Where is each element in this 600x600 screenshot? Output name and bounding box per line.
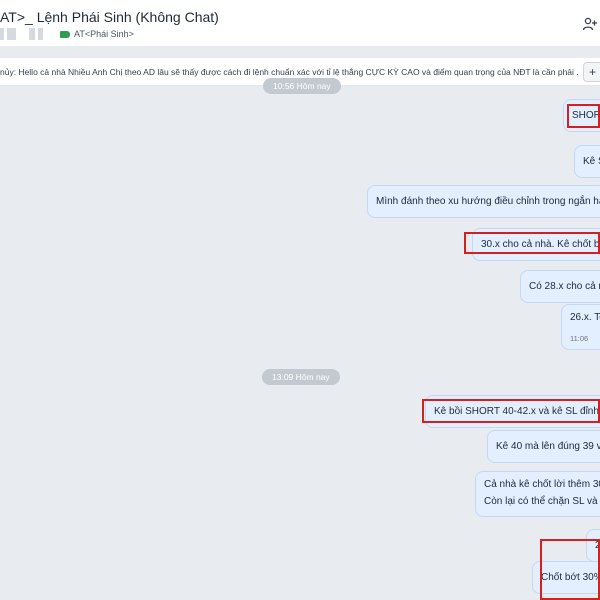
time-separator: 13:09 Hôm nay	[262, 369, 340, 385]
message-text: SHORT	[572, 110, 600, 121]
pinned-message-text[interactable]: nủy: Hello cả nhà Nhiều Anh Chị theo AD …	[0, 67, 578, 77]
message-bubble[interactable]: Kê S	[574, 145, 600, 178]
message-bubble[interactable]: Cả nhà kê chốt lời thêm 30 Còn lại có th…	[475, 471, 600, 517]
message-text: Kê S	[583, 156, 600, 167]
avatar-placeholder	[29, 28, 35, 40]
message-text: Kê 40 mà lên đúng 39 về	[496, 441, 600, 452]
message-text: Kê bồi SHORT 40-42.x và kê SL đỉnh lịc	[434, 406, 600, 417]
message-bubble[interactable]: Mình đánh theo xu hướng điều chỉnh trong…	[367, 185, 600, 218]
message-bubble[interactable]: Kê bồi SHORT 40-42.x và kê SL đỉnh lịc	[425, 395, 600, 428]
message-text: Cả nhà kê chốt lời thêm 30	[484, 479, 600, 490]
message-bubble[interactable]: Kê 40 mà lên đúng 39 về	[487, 430, 600, 463]
tag-icon	[60, 30, 70, 38]
avatar-placeholder	[0, 28, 4, 40]
message-text: 30.x cho cả nhà. Kê chốt bớt	[481, 239, 600, 250]
avatar-placeholder	[7, 28, 16, 40]
chat-title: AT>_ Lệnh Phái Sinh (Không Chat)	[0, 9, 219, 25]
message-text: Chốt bớt 30%	[541, 572, 600, 583]
message-text: Còn lại có thể chặn SL và c	[484, 496, 600, 507]
pinned-expand-button[interactable]: +	[583, 62, 600, 82]
message-bubble[interactable]: 26.x. To 11:06	[561, 304, 600, 350]
message-text: 26.x. To	[570, 312, 600, 323]
message-bubble[interactable]: SHORT	[563, 99, 600, 132]
message-bubble[interactable]: 30.x cho cả nhà. Kê chốt bớt	[472, 228, 600, 261]
add-member-icon[interactable]	[582, 17, 598, 31]
chat-header: AT>_ Lệnh Phái Sinh (Không Chat) AT<Phái…	[0, 0, 600, 46]
message-text: 2	[595, 540, 600, 551]
message-text: Mình đánh theo xu hướng điều chỉnh trong…	[376, 196, 600, 207]
message-text: Có 28.x cho cả n	[529, 281, 600, 292]
chat-subtitle-row: AT<Phái Sinh>	[0, 27, 134, 41]
message-bubble[interactable]: Chốt bớt 30%	[532, 561, 600, 594]
avatar-placeholder	[38, 28, 43, 40]
message-bubble[interactable]: Có 28.x cho cả n	[520, 270, 600, 303]
message-bubble[interactable]: 2	[586, 529, 600, 562]
group-tag-label[interactable]: AT<Phái Sinh>	[74, 29, 134, 39]
message-time: 11:06	[570, 334, 589, 343]
time-separator: 10:56 Hôm nay	[263, 78, 341, 94]
